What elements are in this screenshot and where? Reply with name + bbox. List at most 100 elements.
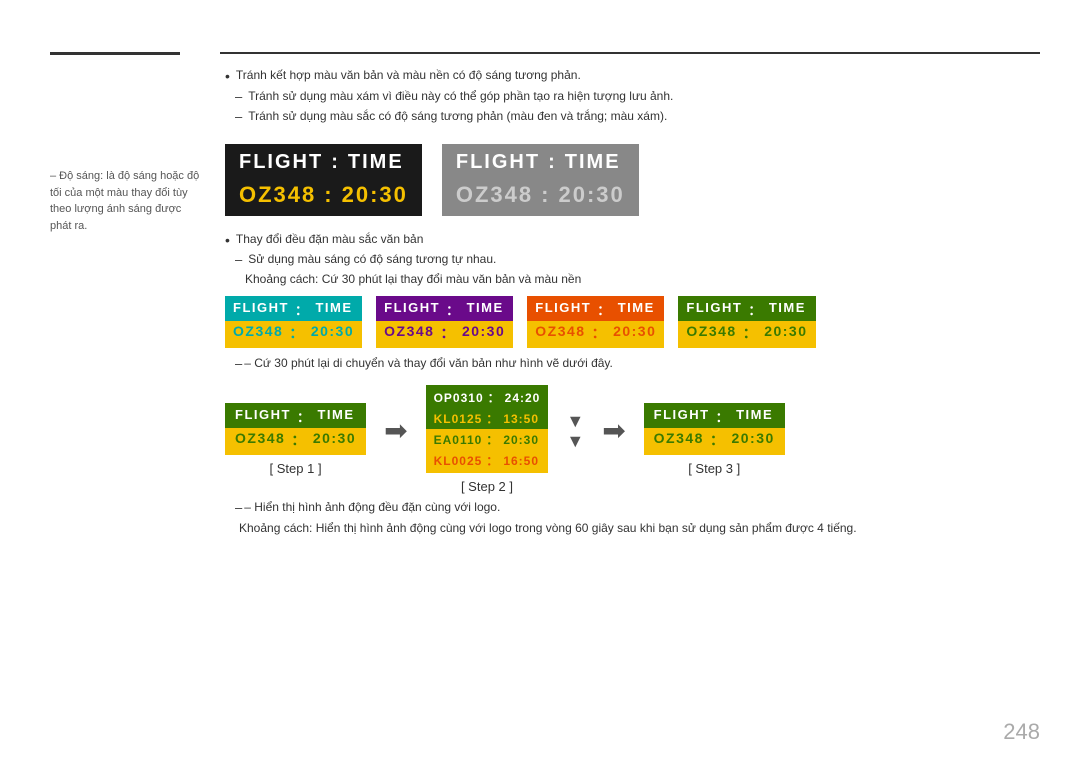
dash-item-2: – Tránh sử dụng màu sắc có độ sáng tương… bbox=[225, 109, 1035, 126]
s2r1-col: ： bbox=[488, 389, 501, 406]
s2r3-code: EA0110 bbox=[434, 433, 483, 447]
ft-time: 20:30 bbox=[342, 182, 408, 208]
oy-code: OZ348 bbox=[535, 323, 585, 343]
py-bot: OZ348 ： 20:30 bbox=[376, 321, 513, 348]
bullet-dot-1: • bbox=[225, 68, 230, 85]
cy-col: ： bbox=[295, 300, 310, 319]
arrow-right-1: ➡ bbox=[384, 414, 407, 465]
gy-fl: FLIGHT bbox=[686, 300, 742, 319]
gy-col: ： bbox=[748, 300, 763, 319]
s3-col: ： bbox=[716, 407, 731, 426]
color-boards-row: FLIGHT ： TIME OZ348 ： 20:30 FLIGHT ： TIM… bbox=[225, 296, 1035, 348]
step1-block: FLIGHT ： TIME OZ348 ： 20:30 [ Step 1 ] bbox=[225, 403, 366, 476]
dash-item-1: – Tránh sử dụng màu xám vì điều này có t… bbox=[225, 89, 1035, 106]
down-arr-1: ▼ bbox=[566, 412, 584, 430]
board-orange-yellow: FLIGHT ： TIME OZ348 ： 20:30 bbox=[527, 296, 664, 348]
gy-time: 20:30 bbox=[764, 323, 807, 343]
py-code: OZ348 bbox=[384, 323, 434, 343]
s3-code: OZ348 bbox=[654, 430, 704, 450]
py-col: ： bbox=[446, 300, 461, 319]
step2-board: OP0310 ： 24:20 KL0125 ： 13:50 EA0110 ： 2… bbox=[426, 385, 549, 473]
step1-label: [ Step 1 ] bbox=[270, 461, 322, 476]
note-logo1-item: – – Hiển thị hình ảnh động đều đặn cùng … bbox=[225, 500, 1035, 517]
gy-tm: TIME bbox=[769, 300, 806, 319]
py-top: FLIGHT ： TIME bbox=[376, 296, 513, 321]
ft-time-label: TIME bbox=[348, 151, 404, 174]
sidebar: – Độ sáng: là độ sáng hoặc độ tối của mộ… bbox=[50, 168, 205, 234]
step3-block: FLIGHT ： TIME OZ348 ： 20:30 [ Step 3 ] bbox=[644, 403, 785, 476]
s2r2-col: ： bbox=[486, 410, 499, 427]
fg-colon2: : bbox=[541, 182, 550, 208]
dash-sym-3: – bbox=[235, 252, 242, 269]
step3-label: [ Step 3 ] bbox=[688, 461, 740, 476]
s1-col2: ： bbox=[291, 430, 307, 450]
dash-item-3: – Sử dụng màu sáng có độ sáng tương tự n… bbox=[225, 252, 1035, 269]
large-boards-row: FLIGHT : TIME OZ348 : 20:30 FLIGHT : TIM… bbox=[225, 144, 1035, 216]
s2r3-time: 20:30 bbox=[503, 433, 539, 447]
bullet-item-2: • Thay đổi đều đặn màu sắc văn bản bbox=[225, 232, 1035, 249]
s3-top: FLIGHT ： TIME bbox=[644, 403, 785, 428]
fg-time: 20:30 bbox=[558, 182, 624, 208]
down-arr-2: ▼ bbox=[566, 432, 584, 450]
s1-bot: OZ348 ： 20:30 bbox=[225, 428, 366, 455]
s2-row3: EA0110 ： 20:30 bbox=[426, 429, 549, 450]
bullet-text-2: Thay đổi đều đặn màu sắc văn bản bbox=[236, 232, 423, 246]
s1-col: ： bbox=[297, 407, 312, 426]
flight-board-dark: FLIGHT : TIME OZ348 : 20:30 bbox=[225, 144, 422, 216]
cy-top: FLIGHT ： TIME bbox=[225, 296, 362, 321]
s3-bot: OZ348 ： 20:30 bbox=[644, 428, 785, 455]
board-green-yellow: FLIGHT ： TIME OZ348 ： 20:30 bbox=[678, 296, 815, 348]
gy-col2: ： bbox=[743, 323, 759, 343]
sidebar-text: – Độ sáng: là độ sáng hoặc độ tối của mộ… bbox=[50, 170, 199, 232]
board-dark-top: FLIGHT : TIME bbox=[225, 144, 422, 178]
ft-colon2: : bbox=[324, 182, 333, 208]
cy-code: OZ348 bbox=[233, 323, 283, 343]
fg-code: OZ348 bbox=[456, 182, 533, 208]
dash-text-4: Khoảng cách: Cứ 30 phút lại thay đổi màu… bbox=[235, 272, 581, 286]
board-purple-yellow: FLIGHT ： TIME OZ348 ： 20:30 bbox=[376, 296, 513, 348]
s1-tm: TIME bbox=[317, 407, 354, 426]
bullet-text-1: Tránh kết hợp màu văn bản và màu nền có … bbox=[236, 68, 581, 82]
step1-board: FLIGHT ： TIME OZ348 ： 20:30 bbox=[225, 403, 366, 455]
s2-row2: KL0125 ： 13:50 bbox=[426, 408, 549, 429]
s1-time: 20:30 bbox=[313, 430, 356, 450]
s2r4-time: 16:50 bbox=[503, 454, 539, 468]
py-col2: ： bbox=[440, 323, 456, 343]
oy-bot: OZ348 ： 20:30 bbox=[527, 321, 664, 348]
dash-sym-logo1: – bbox=[235, 500, 242, 517]
bullet-dot-2: • bbox=[225, 232, 230, 249]
note-logo2: Khoảng cách: Hiển thị hình ảnh động cùng… bbox=[225, 521, 1035, 535]
ft-label: FLIGHT bbox=[239, 151, 323, 174]
s2-row1: OP0310 ： 24:20 bbox=[426, 385, 549, 408]
dash-text-3: Sử dụng màu sáng có độ sáng tương tự nha… bbox=[248, 252, 496, 266]
s3-fl: FLIGHT bbox=[654, 407, 710, 426]
s2r2-time: 13:50 bbox=[503, 412, 539, 426]
cy-bot: OZ348 ： 20:30 bbox=[225, 321, 362, 348]
dash-text-1: Tránh sử dụng màu xám vì điều này có thể… bbox=[248, 89, 673, 103]
board-cyan-yellow: FLIGHT ： TIME OZ348 ： 20:30 bbox=[225, 296, 362, 348]
page-number: 248 bbox=[1003, 719, 1040, 745]
oy-fl: FLIGHT bbox=[535, 300, 591, 319]
s3-time: 20:30 bbox=[731, 430, 774, 450]
s2-row4: KL0025 ： 16:50 bbox=[426, 450, 549, 473]
cy-fl: FLIGHT bbox=[233, 300, 289, 319]
oy-top: FLIGHT ： TIME bbox=[527, 296, 664, 321]
steps-row: FLIGHT ： TIME OZ348 ： 20:30 [ Step 1 ] ➡… bbox=[225, 385, 1035, 494]
board-gray-bottom: OZ348 : 20:30 bbox=[442, 178, 639, 216]
cy-tm: TIME bbox=[315, 300, 352, 319]
note-logo1-text: – Hiển thị hình ảnh động đều đặn cùng vớ… bbox=[244, 500, 500, 514]
bullet-item-1: • Tránh kết hợp màu văn bản và màu nền c… bbox=[225, 68, 1035, 85]
s2r4-code: KL0025 bbox=[434, 454, 483, 468]
dash-sym-1: – bbox=[235, 89, 242, 106]
s2r2-code: KL0125 bbox=[434, 412, 483, 426]
gy-bot: OZ348 ： 20:30 bbox=[678, 321, 815, 348]
s1-top: FLIGHT ： TIME bbox=[225, 403, 366, 428]
gy-top: FLIGHT ： TIME bbox=[678, 296, 815, 321]
py-time: 20:30 bbox=[462, 323, 505, 343]
fg-time-label: TIME bbox=[565, 151, 621, 174]
arrow-right-2: ➡ bbox=[602, 414, 625, 465]
s2r4-col: ： bbox=[486, 452, 499, 469]
s1-code: OZ348 bbox=[235, 430, 285, 450]
step3-board: FLIGHT ： TIME OZ348 ： 20:30 bbox=[644, 403, 785, 455]
oy-time: 20:30 bbox=[613, 323, 656, 343]
